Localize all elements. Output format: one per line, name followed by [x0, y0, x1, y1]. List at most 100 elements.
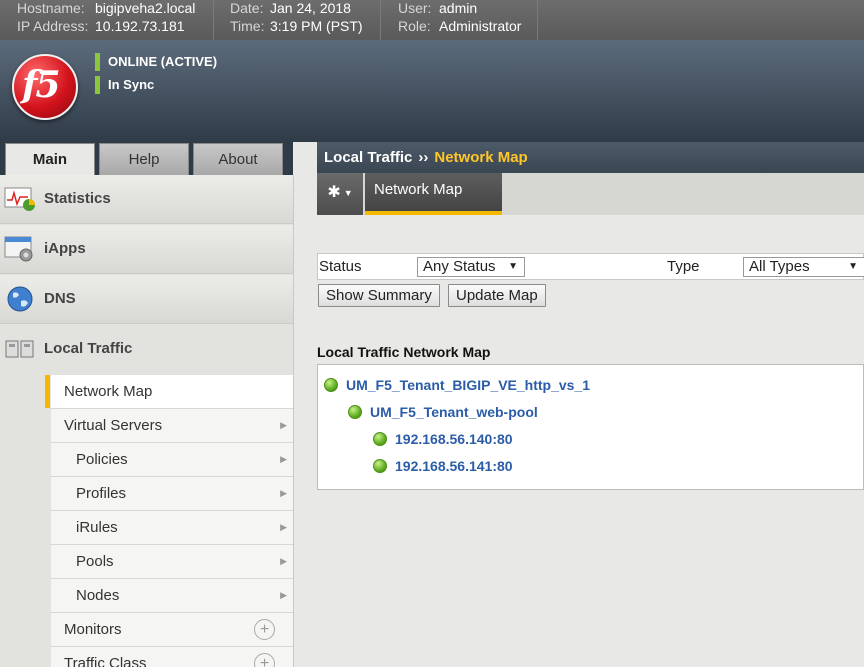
- pool-member-node[interactable]: 192.168.56.141:80: [373, 456, 513, 476]
- network-map-tree: UM_F5_Tenant_BIGIP_VE_http_vs_1 UM_F5_Te…: [317, 364, 864, 490]
- status-select[interactable]: Any Status ▼: [417, 257, 525, 277]
- update-map-button[interactable]: Update Map: [448, 284, 546, 307]
- ip-value-row: 10.192.73.181: [95, 18, 185, 34]
- pool-link[interactable]: UM_F5_Tenant_web-pool: [370, 404, 538, 420]
- date-row: Date:: [230, 0, 263, 16]
- time-value: 3:19 PM (PST): [270, 18, 363, 34]
- user-row: User:: [398, 0, 431, 16]
- chevron-right-icon: ▶: [280, 454, 287, 464]
- chevron-right-icon: ▶: [280, 488, 287, 498]
- user-value: admin: [439, 0, 478, 16]
- status-filter-label: Status: [319, 258, 362, 275]
- active-indicator: [45, 375, 50, 408]
- sidebar-item-label: Policies: [76, 451, 128, 468]
- type-select-value: All Types: [749, 258, 810, 275]
- add-traffic-class-icon[interactable]: +: [254, 653, 275, 667]
- top-info-bar: Hostname: bigipveha2.local IP Address: 1…: [0, 0, 864, 40]
- breadcrumb-separator: ››: [418, 149, 429, 166]
- user-label: User:: [398, 0, 432, 16]
- chevron-right-icon: ▶: [280, 590, 287, 600]
- sidebar-item-nodes[interactable]: Nodes ▶: [51, 579, 293, 613]
- sub-tab-bar: ✱ ▼ Network Map: [317, 173, 864, 215]
- date-value: Jan 24, 2018: [270, 0, 351, 16]
- network-map-title: Local Traffic Network Map: [317, 344, 491, 360]
- date-label: Date:: [230, 0, 264, 16]
- gear-icon: ✱: [327, 184, 341, 202]
- date-value-row: Jan 24, 2018: [270, 0, 351, 16]
- pool-node[interactable]: UM_F5_Tenant_web-pool: [348, 402, 538, 422]
- status-available-icon: [324, 378, 338, 392]
- role-value: Administrator: [439, 18, 522, 34]
- sidebar-item-virtual-servers[interactable]: Virtual Servers ▶: [51, 409, 293, 443]
- chevron-down-icon: ▼: [848, 261, 858, 272]
- role-value-row: Administrator: [439, 18, 521, 34]
- ip-label: IP Address:: [17, 18, 89, 34]
- sidebar-section-local-traffic[interactable]: Local Traffic: [0, 325, 293, 374]
- sidebar-item-monitors[interactable]: Monitors +: [51, 613, 293, 647]
- dns-globe-icon: [7, 286, 33, 312]
- pool-member-link[interactable]: 192.168.56.141:80: [395, 458, 513, 474]
- ip-row: IP Address:: [17, 18, 88, 34]
- status-sync[interactable]: In Sync: [95, 76, 154, 94]
- sidebar-item-label: Profiles: [76, 485, 127, 502]
- sidebar-section-dns[interactable]: DNS: [0, 275, 293, 324]
- tab-about[interactable]: About: [193, 143, 283, 175]
- time-value-row: 3:19 PM (PST): [270, 18, 363, 34]
- hostname-row: Hostname:: [17, 0, 85, 16]
- user-value-row: admin: [439, 0, 477, 16]
- banner: f5 ONLINE (ACTIVE) In Sync: [0, 40, 864, 142]
- type-select[interactable]: All Types ▼: [743, 257, 864, 277]
- tab-main[interactable]: Main: [5, 143, 95, 175]
- topbar-divider: [213, 0, 214, 40]
- sidebar-section-label: iApps: [44, 240, 86, 257]
- sidebar-item-irules[interactable]: iRules ▶: [51, 511, 293, 545]
- sidebar-item-label: Monitors: [64, 621, 122, 638]
- status-select-value: Any Status: [423, 258, 496, 275]
- sidebar-item-label: iRules: [76, 519, 118, 536]
- sidebar-item-label: Network Map: [64, 383, 153, 400]
- sidebar-section-statistics[interactable]: Statistics: [0, 175, 293, 224]
- logo-text: f5: [22, 64, 61, 106]
- virtual-server-node[interactable]: UM_F5_Tenant_BIGIP_VE_http_vs_1: [324, 375, 590, 395]
- sidebar-item-label: Traffic Class: [64, 655, 147, 667]
- virtual-server-link[interactable]: UM_F5_Tenant_BIGIP_VE_http_vs_1: [346, 377, 590, 393]
- status-online[interactable]: ONLINE (ACTIVE): [95, 53, 217, 71]
- f5-logo[interactable]: f5: [12, 54, 78, 120]
- status-available-icon: [373, 459, 387, 473]
- caret-down-icon: ▼: [343, 188, 353, 198]
- time-row: Time:: [230, 18, 264, 34]
- sidebar-item-profiles[interactable]: Profiles ▶: [51, 477, 293, 511]
- sidebar-item-label: Nodes: [76, 587, 120, 604]
- tab-network-map[interactable]: Network Map: [365, 173, 502, 215]
- sidebar-item-policies[interactable]: Policies ▶: [51, 443, 293, 477]
- main-content: ✱ ▼ Network Map Status Any Status ▼ Type …: [317, 173, 864, 667]
- chevron-right-icon: ▶: [280, 420, 287, 430]
- chevron-down-icon: ▼: [508, 261, 518, 272]
- breadcrumb: Local Traffic ›› Network Map: [317, 142, 864, 173]
- show-summary-button[interactable]: Show Summary: [318, 284, 440, 307]
- gear-menu-button[interactable]: ✱ ▼: [317, 173, 363, 215]
- statistics-icon: [4, 187, 35, 211]
- sidebar-item-network-map[interactable]: Network Map: [51, 375, 293, 409]
- sidebar-section-label: DNS: [44, 290, 76, 307]
- breadcrumb-section[interactable]: Local Traffic: [324, 149, 412, 166]
- hostname-value-row: bigipveha2.local: [95, 0, 195, 16]
- role-label: Role:: [398, 18, 431, 34]
- pool-member-link[interactable]: 192.168.56.140:80: [395, 431, 513, 447]
- status-available-icon: [373, 432, 387, 446]
- topbar-divider: [537, 0, 538, 40]
- main-tabs: Main Help About: [0, 142, 293, 175]
- tab-help[interactable]: Help: [99, 143, 189, 175]
- time-label: Time:: [230, 18, 265, 34]
- status-available-icon: [348, 405, 362, 419]
- local-traffic-icon: [5, 340, 34, 358]
- type-filter-label: Type: [667, 258, 700, 275]
- pool-member-node[interactable]: 192.168.56.140:80: [373, 429, 513, 449]
- sidebar-section-iapps[interactable]: iApps: [0, 225, 293, 274]
- chevron-right-icon: ▶: [280, 556, 287, 566]
- breadcrumb-current: Network Map: [434, 149, 528, 166]
- sidebar-item-traffic-class[interactable]: Traffic Class +: [51, 647, 293, 667]
- chevron-right-icon: ▶: [280, 522, 287, 532]
- sidebar-item-pools[interactable]: Pools ▶: [51, 545, 293, 579]
- add-monitor-icon[interactable]: +: [254, 619, 275, 640]
